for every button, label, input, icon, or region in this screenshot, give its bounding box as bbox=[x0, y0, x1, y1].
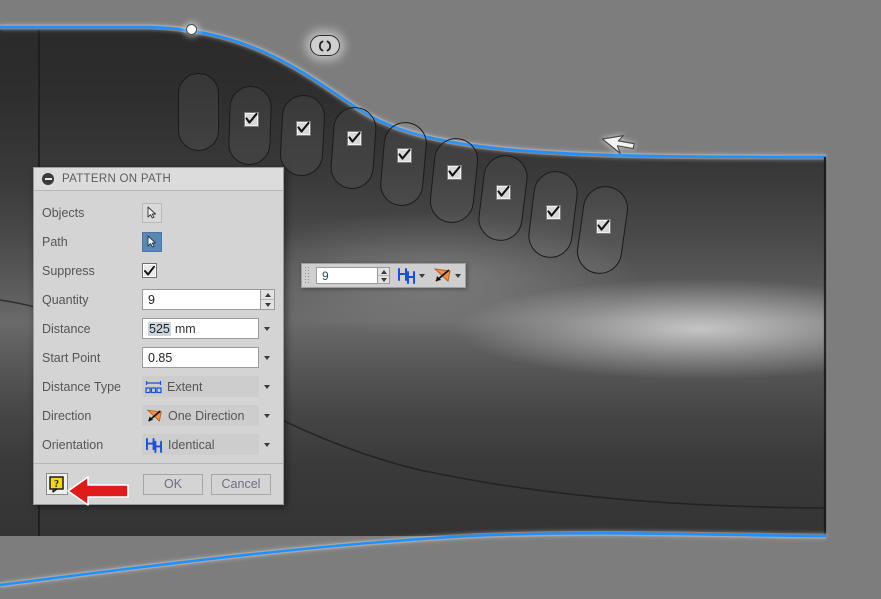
svg-text:?: ? bbox=[54, 479, 59, 490]
checkmark-icon bbox=[297, 122, 310, 133]
path-start-handle[interactable] bbox=[186, 24, 197, 35]
orientation-combo[interactable]: Identical bbox=[142, 434, 259, 455]
suppress-checkbox[interactable] bbox=[142, 263, 157, 278]
pattern-slot-checkbox-8[interactable] bbox=[546, 205, 561, 220]
pattern-slot-4[interactable] bbox=[329, 105, 378, 191]
checkmark-icon bbox=[245, 113, 258, 124]
checkmark-icon bbox=[597, 220, 610, 231]
label-direction: Direction bbox=[42, 408, 92, 423]
one-direction-arrow-icon bbox=[145, 408, 163, 424]
cad-application-window: 9 PATTERN ON PATH Objects Path Suppress … bbox=[0, 0, 881, 599]
pattern-slot-checkbox-5[interactable] bbox=[397, 148, 412, 163]
distance-unit: mm bbox=[174, 321, 196, 336]
caret-down-icon[interactable] bbox=[455, 273, 461, 278]
label-distance-type: Distance Type bbox=[42, 379, 121, 394]
row-orientation: Orientation Identical bbox=[42, 430, 275, 459]
pattern-slot-checkbox-2[interactable] bbox=[244, 112, 259, 127]
quantity-input[interactable]: 9 bbox=[142, 289, 261, 310]
dialog-body: Objects Path Suppress Quantity 9 Distanc… bbox=[34, 191, 283, 463]
row-distance-type: Distance Type Extent bbox=[42, 372, 275, 401]
distance-value: 525 bbox=[148, 321, 171, 336]
row-direction: Direction One Direction bbox=[42, 401, 275, 430]
row-start-point: Start Point 0.85 bbox=[42, 343, 275, 372]
distance-input[interactable]: 525 mm bbox=[142, 318, 259, 339]
cursor-arrow-icon bbox=[147, 235, 156, 248]
distance-dropdown-button[interactable] bbox=[259, 326, 275, 331]
identical-orientation-icon bbox=[145, 437, 163, 453]
pattern-slot-checkbox-9[interactable] bbox=[596, 219, 611, 234]
checkmark-icon bbox=[348, 132, 361, 143]
caret-down-icon bbox=[264, 384, 270, 389]
pattern-slot-checkbox-7[interactable] bbox=[496, 185, 511, 200]
ok-button[interactable]: OK bbox=[143, 473, 203, 495]
help-button[interactable]: ? bbox=[46, 473, 68, 495]
pattern-slot-checkbox-4[interactable] bbox=[347, 131, 362, 146]
distance-type-dropdown-button[interactable] bbox=[259, 384, 275, 389]
row-path: Path bbox=[42, 227, 275, 256]
quantity-up-button[interactable] bbox=[261, 290, 274, 300]
row-suppress: Suppress bbox=[42, 256, 275, 285]
help-question-icon: ? bbox=[48, 475, 64, 493]
pattern-slot-1[interactable] bbox=[178, 73, 219, 151]
distance-type-value: Extent bbox=[167, 379, 203, 394]
toolbar-quantity-up[interactable] bbox=[378, 268, 389, 276]
caret-down-icon bbox=[264, 413, 270, 418]
start-point-input[interactable]: 0.85 bbox=[142, 347, 259, 368]
extent-dimension-icon bbox=[145, 379, 162, 395]
row-quantity: Quantity 9 bbox=[42, 285, 275, 314]
toolbar-quantity-down[interactable] bbox=[378, 276, 389, 283]
checkmark-icon bbox=[497, 186, 510, 197]
label-objects: Objects bbox=[42, 205, 85, 220]
cursor-arrow-icon bbox=[147, 206, 156, 219]
dialog-title-text: PATTERN ON PATH bbox=[62, 173, 172, 185]
quantity-stepper[interactable] bbox=[260, 289, 275, 310]
checkmark-icon bbox=[547, 206, 560, 217]
orientation-dropdown-button[interactable] bbox=[259, 442, 275, 447]
path-direction-arrow bbox=[601, 135, 635, 154]
label-quantity: Quantity bbox=[42, 292, 89, 307]
label-start-point: Start Point bbox=[42, 350, 101, 365]
direction-dropdown-button[interactable] bbox=[259, 413, 275, 418]
objects-select-button[interactable] bbox=[142, 202, 162, 223]
direction-combo[interactable]: One Direction bbox=[142, 405, 259, 426]
flip-direction-widget[interactable] bbox=[310, 35, 340, 56]
cancel-button[interactable]: Cancel bbox=[211, 473, 271, 495]
toolbar-orientation-button[interactable] bbox=[397, 267, 425, 284]
toolbar-quantity-input[interactable]: 9 bbox=[316, 267, 378, 284]
distance-type-combo[interactable]: Extent bbox=[142, 376, 259, 397]
minus-circle-icon[interactable] bbox=[42, 173, 54, 185]
start-point-dropdown-button[interactable] bbox=[259, 355, 275, 360]
label-suppress: Suppress bbox=[42, 263, 95, 278]
direction-value: One Direction bbox=[168, 408, 245, 423]
drag-grip-icon[interactable] bbox=[304, 266, 309, 285]
pattern-on-path-dialog[interactable]: PATTERN ON PATH Objects Path Suppress Qu… bbox=[33, 167, 284, 505]
flip-arrows-icon bbox=[318, 40, 332, 51]
dialog-footer: ? OK Cancel bbox=[34, 463, 283, 504]
path-select-button[interactable] bbox=[142, 231, 162, 252]
floating-pattern-toolbar[interactable]: 9 bbox=[301, 263, 466, 288]
checkmark-icon bbox=[448, 166, 461, 177]
label-orientation: Orientation bbox=[42, 437, 104, 452]
row-distance: Distance 525 mm bbox=[42, 314, 275, 343]
identical-orientation-icon bbox=[398, 268, 415, 284]
toolbar-quantity-stepper[interactable] bbox=[377, 267, 390, 284]
quantity-down-button[interactable] bbox=[261, 300, 274, 309]
pattern-slot-checkbox-6[interactable] bbox=[447, 165, 462, 180]
orientation-value: Identical bbox=[168, 437, 215, 452]
dialog-title-bar[interactable]: PATTERN ON PATH bbox=[34, 168, 283, 191]
one-direction-arrow-icon bbox=[433, 268, 451, 282]
label-path: Path bbox=[42, 234, 68, 249]
toolbar-direction-button[interactable] bbox=[432, 267, 461, 284]
checkmark-icon bbox=[398, 149, 411, 160]
pattern-slot-checkbox-3[interactable] bbox=[296, 121, 311, 136]
label-distance: Distance bbox=[42, 321, 91, 336]
caret-down-icon bbox=[264, 355, 270, 360]
caret-down-icon bbox=[264, 326, 270, 331]
checkmark-icon bbox=[144, 265, 155, 275]
row-objects: Objects bbox=[42, 198, 275, 227]
caret-down-icon bbox=[264, 442, 270, 447]
caret-down-icon[interactable] bbox=[419, 273, 425, 278]
